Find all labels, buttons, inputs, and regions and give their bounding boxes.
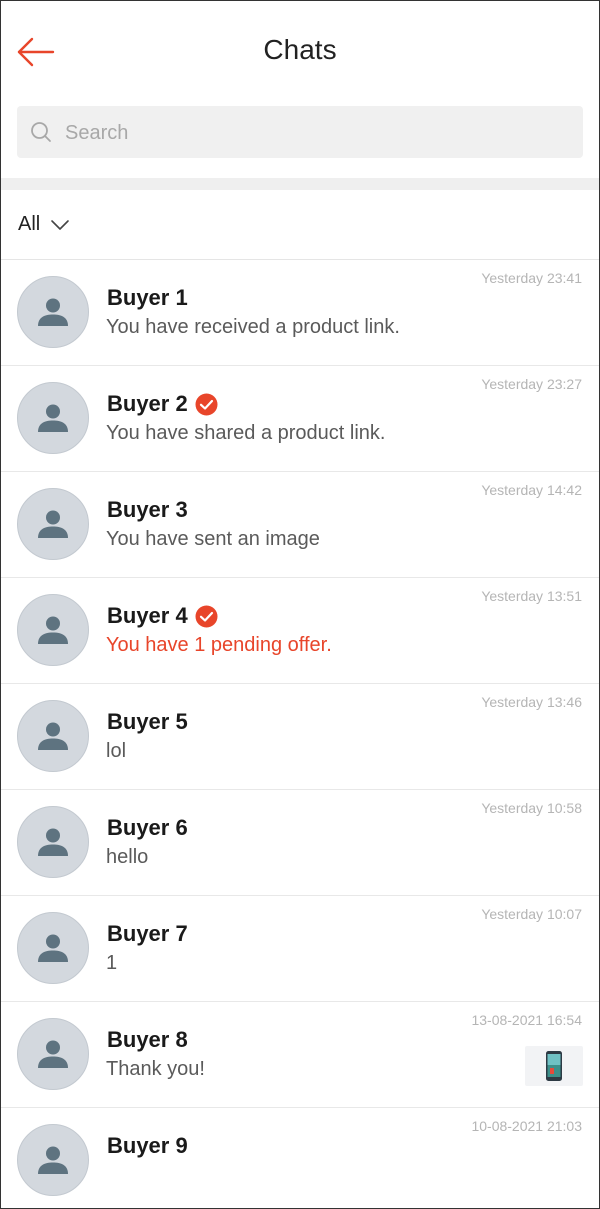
avatar (17, 1018, 89, 1090)
chat-timestamp: Yesterday 14:42 (481, 482, 582, 498)
chat-timestamp: Yesterday 10:58 (481, 800, 582, 816)
person-icon (38, 404, 68, 432)
chat-row[interactable]: Buyer 7 1 Yesterday 10:07 (1, 896, 599, 1002)
chat-row[interactable]: Buyer 5 lol Yesterday 13:46 (1, 684, 599, 790)
person-icon (38, 616, 68, 644)
person-icon (38, 1040, 68, 1068)
chat-row[interactable]: Buyer 4 You have 1 pending offer. Yester… (1, 578, 599, 684)
avatar (17, 594, 89, 666)
verified-check-icon (195, 393, 218, 415)
filter-label: All (18, 213, 41, 235)
chat-row[interactable]: Buyer 6 hello Yesterday 10:58 (1, 790, 599, 896)
search-container (1, 101, 599, 178)
section-divider (1, 178, 599, 190)
avatar (17, 1124, 89, 1196)
chat-timestamp: Yesterday 23:27 (481, 376, 582, 392)
chevron-down-icon (51, 219, 70, 230)
chat-timestamp: Yesterday 13:51 (481, 588, 582, 604)
chat-preview: You have sent an image (106, 528, 320, 550)
chat-preview: lol (106, 740, 127, 762)
chat-name: Buyer 2 (107, 391, 188, 416)
chat-row[interactable]: Buyer 9 10-08-2021 21:03 (1, 1108, 599, 1208)
chat-row[interactable]: Buyer 1 You have received a product link… (1, 260, 599, 366)
chat-list-screen: Chats All Buyer 1 You have received a pr… (0, 0, 600, 1209)
chat-name: Buyer 7 (107, 921, 188, 946)
chat-row[interactable]: Buyer 8 Thank you! 13-08-2021 16:54 (1, 1002, 599, 1108)
chat-timestamp: Yesterday 10:07 (481, 906, 582, 922)
filter-dropdown[interactable]: All (1, 190, 599, 260)
chat-name: Buyer 4 (107, 603, 188, 628)
chat-name: Buyer 1 (107, 285, 188, 310)
chat-preview: You have received a product link. (106, 316, 400, 338)
chat-name-line: Buyer 4 (107, 603, 218, 629)
phone-product-icon (546, 1051, 562, 1081)
person-icon (38, 828, 68, 856)
search-icon (31, 122, 51, 142)
chat-name-line: Buyer 5 (107, 709, 188, 735)
chat-name: Buyer 6 (107, 815, 188, 840)
person-icon (38, 510, 68, 538)
chat-name-line: Buyer 2 (107, 391, 218, 417)
chat-row[interactable]: Buyer 3 You have sent an image Yesterday… (1, 472, 599, 578)
chat-preview: Thank you! (106, 1058, 205, 1080)
chat-timestamp: Yesterday 23:41 (481, 270, 582, 286)
chat-name-line: Buyer 9 (107, 1133, 188, 1159)
avatar (17, 488, 89, 560)
person-icon (38, 1146, 68, 1174)
chat-list: Buyer 1 You have received a product link… (1, 260, 599, 1208)
chat-name-line: Buyer 7 (107, 921, 188, 947)
person-icon (38, 934, 68, 962)
chat-name-line: Buyer 6 (107, 815, 188, 841)
avatar (17, 806, 89, 878)
avatar (17, 912, 89, 984)
avatar (17, 700, 89, 772)
search-input[interactable] (63, 106, 573, 160)
search-bar[interactable] (17, 106, 583, 160)
chat-row[interactable]: Buyer 2 You have shared a product link. … (1, 366, 599, 472)
avatar (17, 276, 89, 348)
chat-timestamp: Yesterday 13:46 (481, 694, 582, 710)
chat-timestamp: 13-08-2021 16:54 (471, 1012, 582, 1028)
chat-name: Buyer 3 (107, 497, 188, 522)
chat-name-line: Buyer 3 (107, 497, 188, 523)
person-icon (38, 298, 68, 326)
chat-name: Buyer 8 (107, 1027, 188, 1052)
chat-name: Buyer 9 (107, 1133, 188, 1158)
chat-name-line: Buyer 8 (107, 1027, 188, 1053)
chat-timestamp: 10-08-2021 21:03 (471, 1118, 582, 1134)
chat-preview: 1 (106, 952, 118, 974)
app-header: Chats (1, 1, 599, 101)
chat-preview: hello (106, 846, 149, 868)
chat-preview: You have shared a product link. (106, 422, 386, 444)
chat-preview-pending-offer: You have 1 pending offer. (106, 634, 332, 656)
product-thumbnail[interactable] (525, 1046, 583, 1086)
chat-name-line: Buyer 1 (107, 285, 188, 311)
chat-name: Buyer 5 (107, 709, 188, 734)
avatar (17, 382, 89, 454)
page-title: Chats (263, 34, 337, 65)
verified-check-icon (195, 605, 218, 627)
person-icon (38, 722, 68, 750)
